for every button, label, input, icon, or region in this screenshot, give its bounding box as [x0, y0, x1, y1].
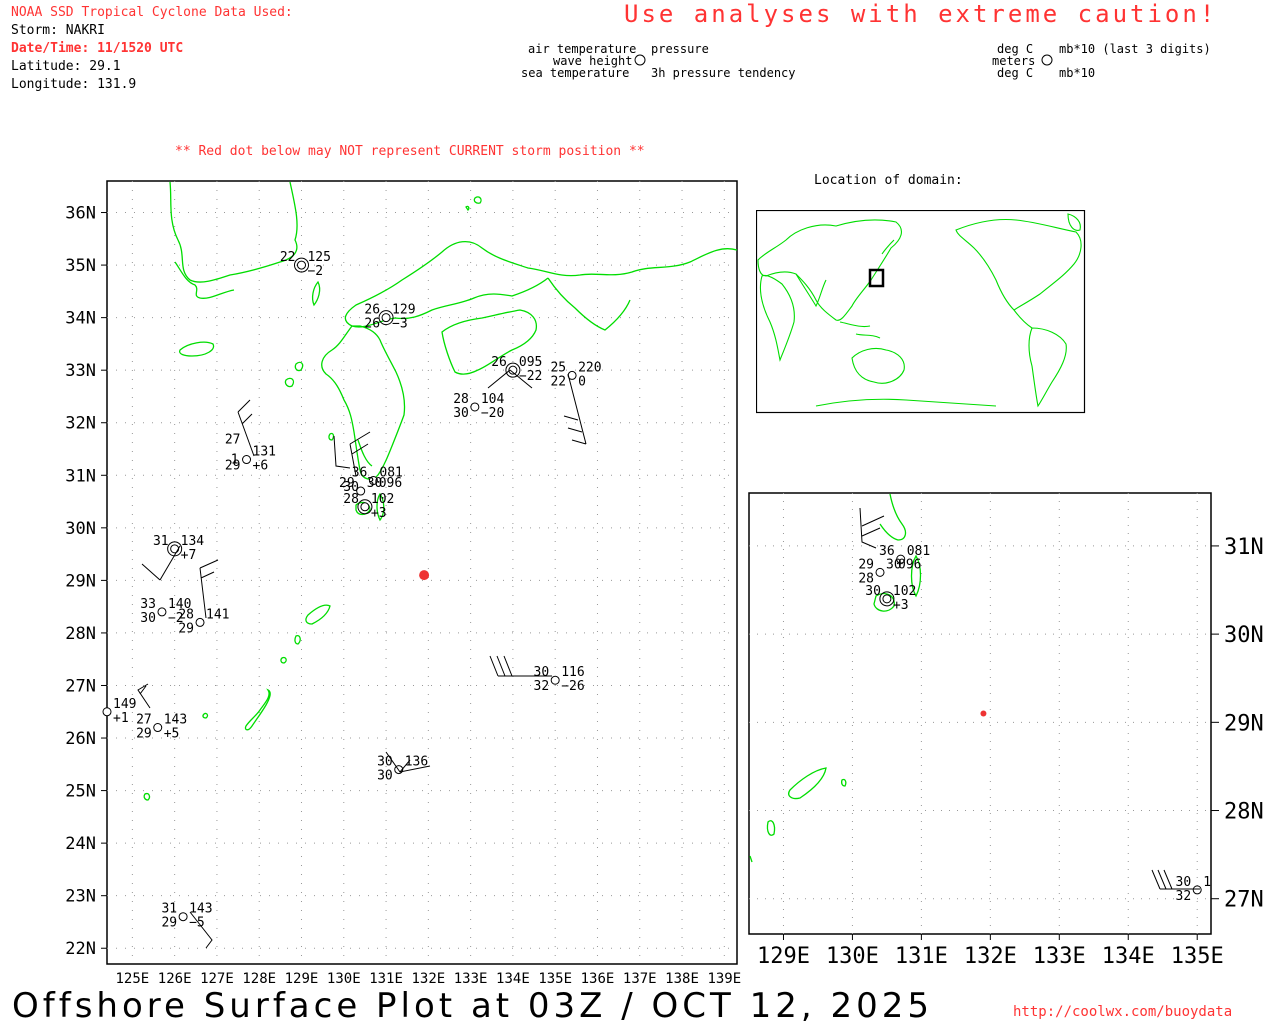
zoom-lon-label: 130E [826, 944, 879, 969]
zoom-kikai [840, 778, 847, 787]
station-value: 29 [858, 557, 874, 572]
wind-barb-icon [859, 507, 885, 549]
zoom-lat-label: 31N [1224, 535, 1264, 560]
zoom-map: 129E 130E 131E 132E 133E 134E 135E 27N 28N 29N 30N… [748, 492, 1264, 969]
zoom-lon-label: 132E [964, 944, 1017, 969]
zoom-lon-label: 131E [895, 944, 948, 969]
zoom-map-stations: 36 08129 300962830 102+330 132 [858, 544, 1211, 904]
zoom-lat-label: 29N [1224, 711, 1264, 736]
station-value: 1 [1203, 875, 1211, 890]
station-circle-icon [882, 594, 892, 604]
zoom-lat-label: 28N [1224, 800, 1264, 825]
zoom-storm-position-dot [980, 710, 987, 717]
source-url-link[interactable]: http://coolwx.com/buoydata [1013, 1004, 1232, 1020]
station-value: 32 [1176, 889, 1192, 904]
zoom-lon-label: 134E [1102, 944, 1155, 969]
station-circle-icon [875, 567, 885, 577]
zoom-lat-label: 27N [1224, 888, 1264, 913]
zoom-map-coastlines [749, 493, 922, 863]
station-circle-icon [1192, 885, 1202, 895]
station-value: +3 [893, 598, 909, 613]
station-value: 096 [898, 557, 921, 572]
station-value: 102 [893, 584, 916, 599]
zoom-lon-label: 135E [1171, 944, 1224, 969]
station-value: 30 [865, 584, 881, 599]
zoom-kyushu-south [879, 493, 907, 541]
plot-title: Offshore Surface Plot at 03Z / OCT 12, 2… [12, 986, 934, 1026]
zoom-lon-label: 133E [1033, 944, 1086, 969]
zoom-map-grid [749, 493, 1219, 940]
zoom-tokunoshima [766, 820, 776, 836]
zoom-amami [788, 767, 827, 800]
zoom-lon-label: 129E [757, 944, 810, 969]
station-value: 30 [1176, 875, 1192, 890]
zoom-map-frame [748, 492, 1212, 935]
zoom-lat-label: 30N [1224, 623, 1264, 648]
zoom-edge-island [749, 855, 753, 863]
